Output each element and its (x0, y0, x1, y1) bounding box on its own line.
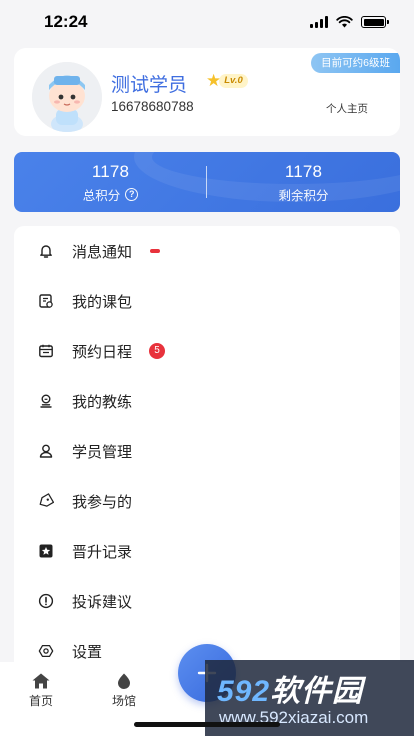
level-badge-label: Lv.0 (219, 74, 248, 88)
settings-icon (38, 643, 54, 659)
user-phone: 16678680788 (111, 99, 194, 114)
total-points[interactable]: 1178 总积分 ? (14, 162, 207, 204)
status-time: 12:24 (44, 12, 88, 31)
alert-icon (38, 593, 54, 609)
menu-item-label: 学员管理 (72, 443, 133, 461)
menu-item-participated[interactable]: 我参与的 (14, 476, 400, 526)
total-points-label: 总积分 (82, 189, 121, 203)
avatar[interactable] (32, 62, 102, 132)
avatar-illustration (32, 62, 102, 132)
menu-item-coaches[interactable]: 我的教练 (14, 376, 400, 426)
level-badge: ★ Lv.0 (206, 72, 264, 90)
watermark-brand: 592软件园 (217, 666, 363, 710)
remaining-points-label: 剩余积分 (278, 189, 329, 203)
tab-venue[interactable]: 场馆 (94, 672, 154, 709)
unread-indicator (150, 249, 160, 253)
user-name: 测试学员 (111, 75, 188, 96)
star-icon (38, 543, 54, 559)
menu-item-label: 晋升记录 (72, 543, 133, 561)
menu-item-schedule[interactable]: 预约日程 5 (14, 326, 400, 376)
remaining-points[interactable]: 1178 剩余积分 (207, 162, 400, 204)
menu-list: 消息通知 我的课包 预约日程 5 我的教练 学员管理 我参与的 晋升记录 投诉建… (14, 226, 400, 676)
total-points-value: 1178 (91, 162, 130, 181)
course-package-icon (38, 293, 54, 309)
signal-icon (310, 16, 328, 28)
status-icons (310, 16, 389, 28)
calendar-icon (38, 343, 54, 359)
coach-icon (38, 393, 54, 409)
menu-item-label: 投诉建议 (72, 593, 133, 611)
watermark-brand-number: 592 (217, 675, 271, 708)
wifi-icon (336, 16, 353, 28)
menu-item-label: 设置 (72, 643, 103, 661)
menu-item-label: 消息通知 (72, 243, 133, 261)
tab-home[interactable]: 首页 (11, 672, 71, 709)
tag-icon (38, 493, 54, 509)
menu-item-label: 我的教练 (72, 393, 133, 411)
menu-item-promotion-record[interactable]: 晋升记录 (14, 526, 400, 576)
venue-icon (118, 673, 130, 689)
home-indicator[interactable] (134, 722, 280, 727)
user-icon (38, 443, 54, 459)
menu-item-notifications[interactable]: 消息通知 (14, 226, 400, 276)
schedule-count-badge: 5 (149, 343, 165, 359)
menu-item-label: 预约日程 (72, 343, 133, 361)
bell-icon (38, 243, 54, 259)
remaining-points-value: 1178 (284, 162, 323, 181)
home-icon (32, 673, 50, 689)
help-icon[interactable]: ? (125, 188, 139, 201)
menu-item-student-management[interactable]: 学员管理 (14, 426, 400, 476)
tab-label: 首页 (28, 694, 53, 708)
watermark-brand-text: 软件园 (270, 675, 364, 708)
menu-item-label: 我的课包 (72, 293, 133, 311)
profile-card[interactable]: 目前可约6级班 测试学员 ★ Lv.0 16678680788 个人主页 (14, 48, 400, 136)
status-bar: 12:24 (0, 0, 414, 44)
personal-home-link[interactable]: 个人主页 (326, 101, 368, 116)
level-eligibility-tag: 目前可约6级班 (311, 53, 400, 73)
menu-item-feedback[interactable]: 投诉建议 (14, 576, 400, 626)
menu-item-label: 我参与的 (72, 493, 133, 511)
battery-icon (361, 16, 389, 28)
points-card: 1178 总积分 ? 1178 剩余积分 (14, 152, 400, 212)
tab-label: 场馆 (111, 694, 136, 708)
menu-item-course-packages[interactable]: 我的课包 (14, 276, 400, 326)
